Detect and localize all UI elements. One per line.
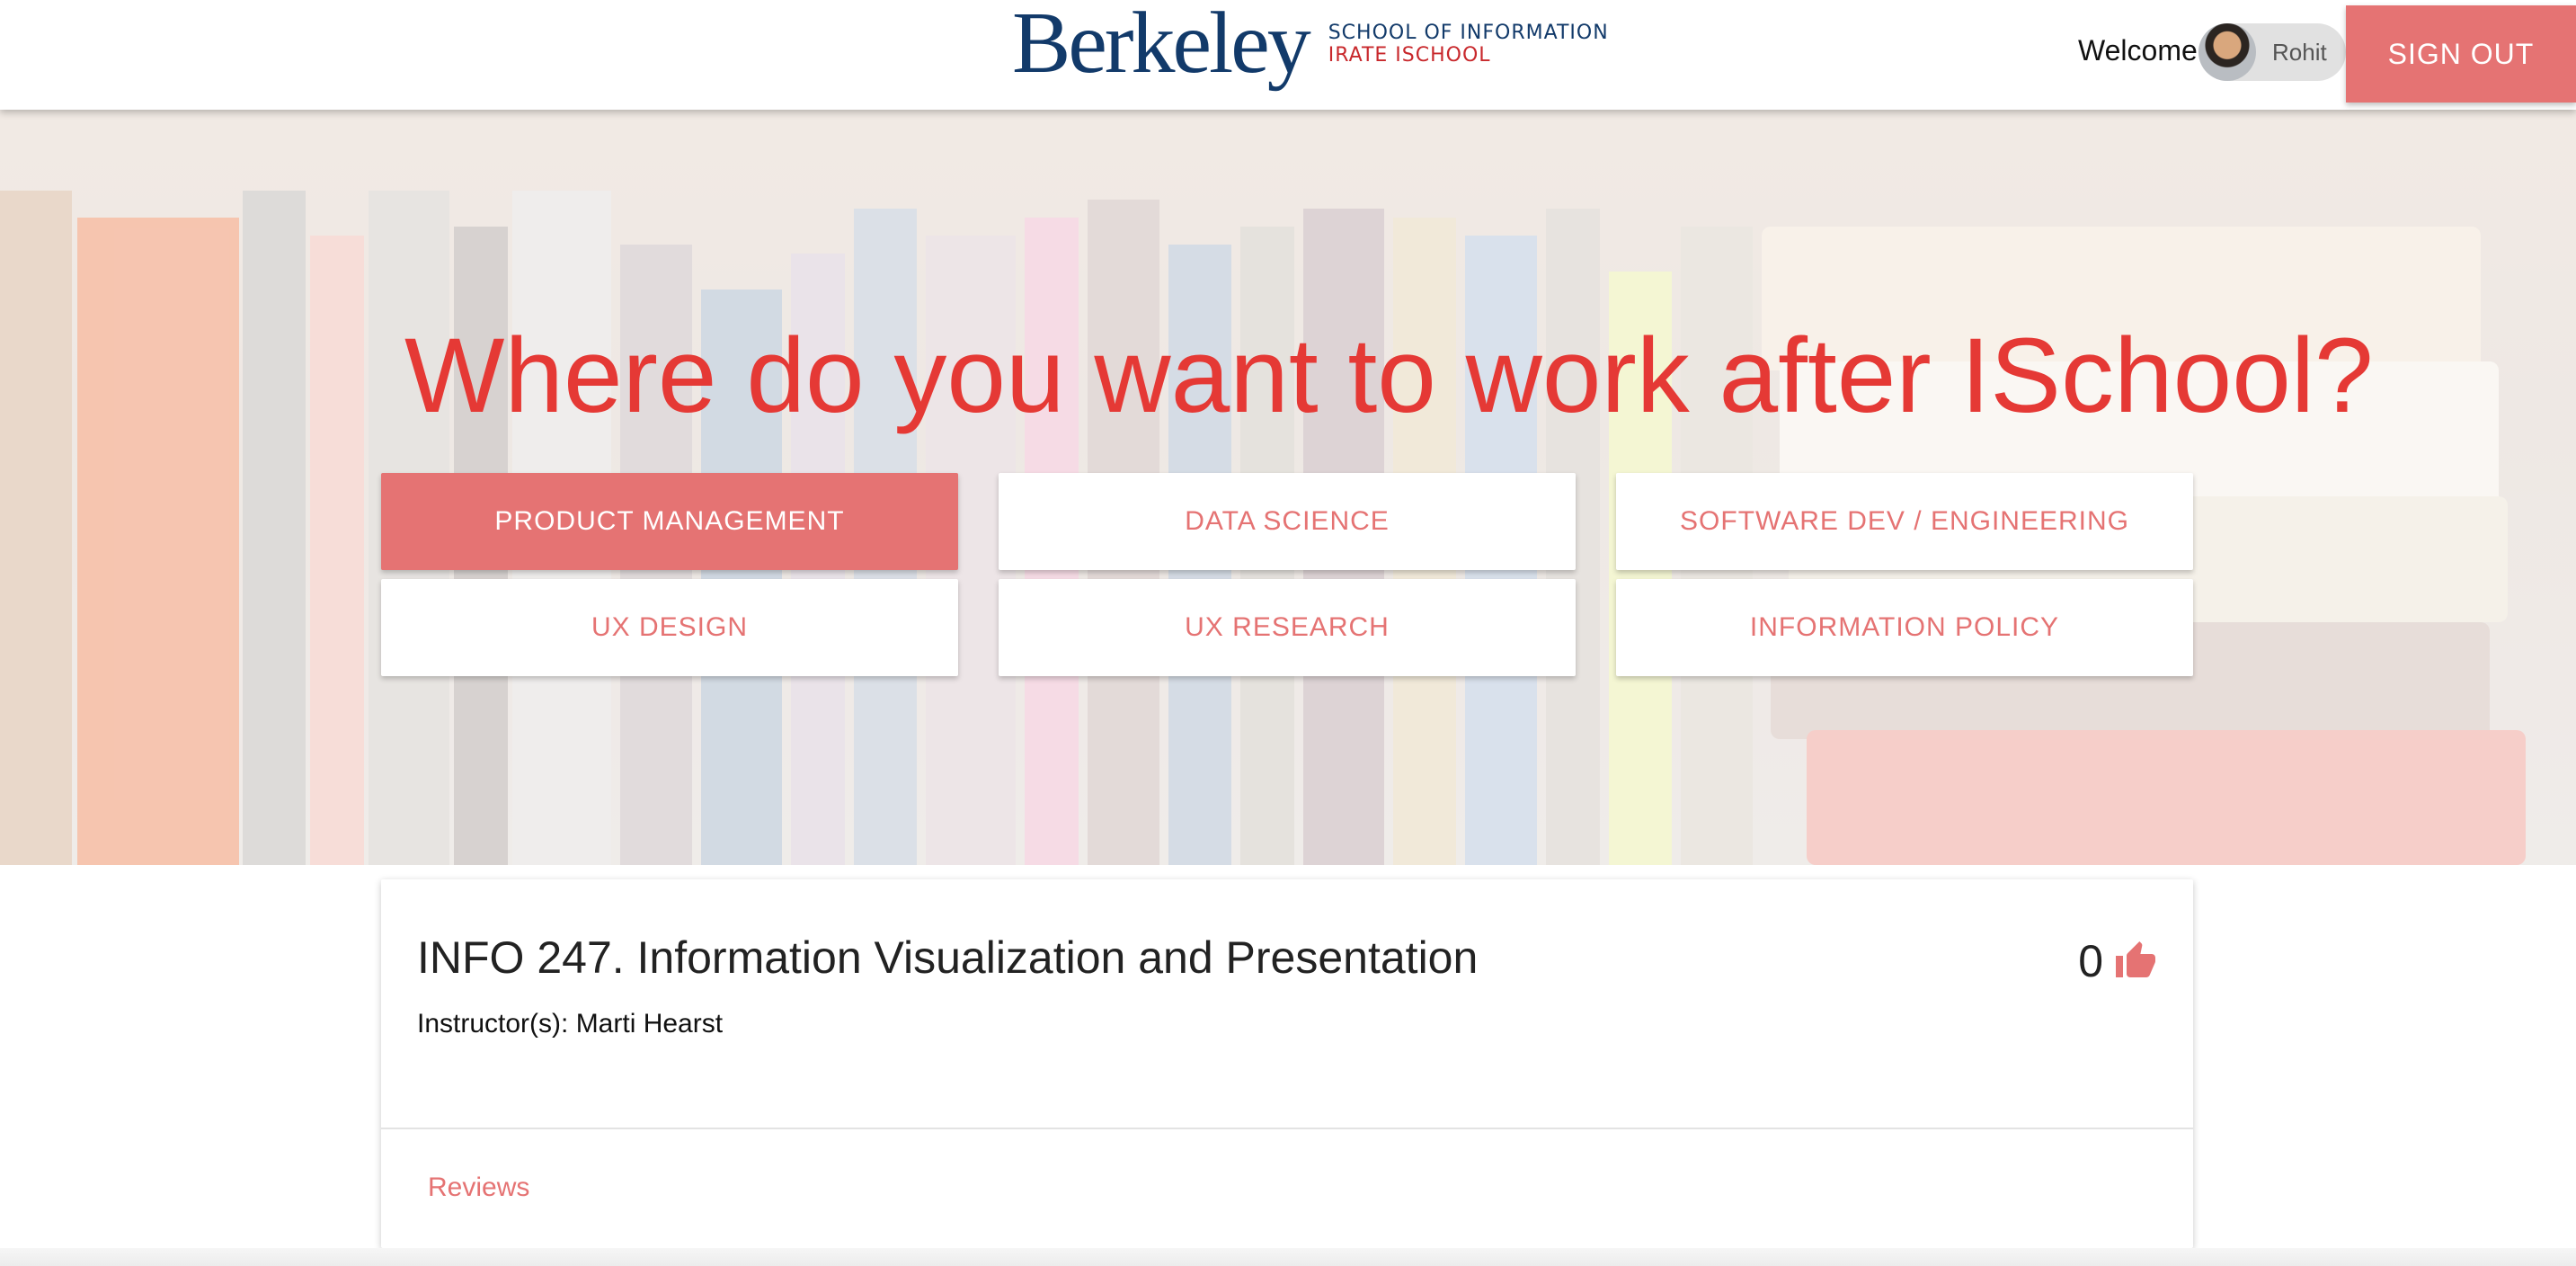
course-card: INFO 247. Information Visualization and … <box>381 879 2193 1248</box>
category-ux-research[interactable]: UX RESEARCH <box>999 579 1576 676</box>
course-instructor: Instructor(s): Marti Hearst <box>417 1009 724 1039</box>
category-product-management[interactable]: PRODUCT MANAGEMENT <box>381 473 958 570</box>
course-title[interactable]: INFO 247. Information Visualization and … <box>417 932 1478 984</box>
hero-banner: Where do you want to work after ISchool?… <box>0 110 2576 865</box>
page-bottom-edge <box>0 1248 2576 1266</box>
logo-line-app: IRATE ISCHOOL <box>1328 44 1491 67</box>
category-software-dev-engineering[interactable]: SOFTWARE DEV / ENGINEERING <box>1616 473 2193 570</box>
hero-title: Where do you want to work after ISchool? <box>404 316 2374 435</box>
category-information-policy[interactable]: INFORMATION POLICY <box>1616 579 2193 676</box>
logo-wordmark: Berkeley <box>1012 0 1311 92</box>
reviews-link[interactable]: Reviews <box>428 1172 529 1203</box>
user-name: Rohit <box>2272 38 2327 66</box>
card-divider <box>381 1128 2193 1129</box>
top-header: Berkeley SCHOOL OF INFORMATION IRATE ISC… <box>0 0 2576 110</box>
category-ux-design[interactable]: UX DESIGN <box>381 579 958 676</box>
category-data-science[interactable]: DATA SCIENCE <box>999 473 1576 570</box>
logo-subtitle: SCHOOL OF INFORMATION IRATE ISCHOOL <box>1328 22 1609 67</box>
avatar <box>2198 23 2256 81</box>
sign-out-button[interactable]: SIGN OUT <box>2346 5 2576 103</box>
berkeley-ischool-logo[interactable]: Berkeley SCHOOL OF INFORMATION IRATE ISC… <box>1012 0 1609 90</box>
welcome-text: Welcome <box>2078 34 2198 67</box>
vote-control: 0 <box>2078 935 2157 987</box>
vote-count: 0 <box>2078 936 2103 986</box>
user-chip[interactable]: Rohit <box>2198 23 2346 81</box>
logo-line-school: SCHOOL OF INFORMATION <box>1328 22 1609 44</box>
thumbs-up-icon[interactable] <box>2114 940 2157 983</box>
